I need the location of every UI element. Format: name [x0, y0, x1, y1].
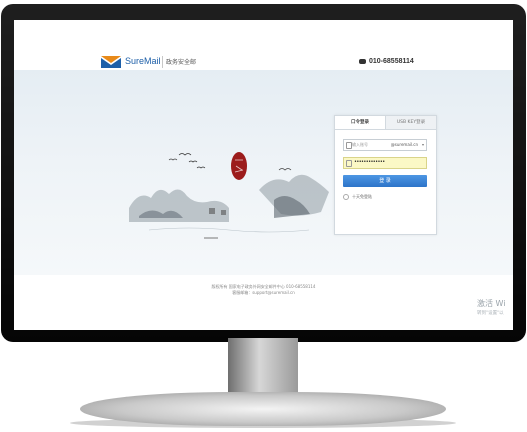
- site-header: SureMail 政务安全邮 010-68558114: [14, 20, 513, 70]
- site-footer: 版权所有 国家电子政务外网安全邮件中心 010-68558114 客服邮箱：su…: [14, 275, 513, 330]
- activation-watermark-title: 激活 Wi: [477, 299, 506, 308]
- brand-logo-text[interactable]: SureMail: [125, 56, 161, 66]
- remember-label: 十天免登陆: [352, 194, 372, 199]
- screen: SureMail 政务安全邮 010-68558114 口令登录 USB KEY…: [14, 20, 513, 330]
- footer-support-email[interactable]: 客服邮箱：support@suremail.cn: [14, 290, 513, 296]
- phone-icon: [359, 58, 366, 64]
- monitor-stand-neck: [228, 338, 298, 396]
- password-value: •••••••••••••: [354, 159, 385, 165]
- lock-icon: [346, 160, 352, 167]
- username-field[interactable]: 输入账号 @suremail.cn ▾: [343, 139, 427, 151]
- activation-watermark-subtitle: 转到"设置"以: [477, 311, 504, 316]
- ink-landscape-illustration: [129, 152, 329, 239]
- monitor-frame: SureMail 政务安全邮 010-68558114 口令登录 USB KEY…: [1, 4, 526, 342]
- login-button[interactable]: 登 录: [343, 175, 427, 187]
- remember-checkbox[interactable]: [343, 194, 349, 200]
- login-tabs: 口令登录 USB KEY登录: [335, 116, 436, 130]
- username-placeholder: 输入账号: [352, 142, 368, 147]
- domain-select[interactable]: @suremail.cn: [391, 142, 418, 147]
- logo-divider: [162, 56, 163, 68]
- landscape-banner: 口令登录 USB KEY登录 输入账号 @suremail.cn ▾ •••••…: [14, 70, 513, 275]
- envelope-logo-icon: [101, 56, 121, 68]
- hotline-number: 010-68558114: [369, 58, 414, 65]
- tab-password-login[interactable]: 口令登录: [335, 116, 385, 129]
- monitor-stand-base: [80, 392, 446, 426]
- login-panel: 口令登录 USB KEY登录 输入账号 @suremail.cn ▾ •••••…: [334, 115, 437, 235]
- chevron-down-icon[interactable]: ▾: [422, 142, 424, 147]
- tab-usb-key-login[interactable]: USB KEY登录: [385, 116, 436, 129]
- brand-subtitle: 政务安全邮: [166, 59, 197, 66]
- hotline: 010-68558114: [359, 58, 414, 65]
- remember-me[interactable]: 十天免登陆: [343, 194, 372, 200]
- password-field[interactable]: •••••••••••••: [343, 157, 427, 169]
